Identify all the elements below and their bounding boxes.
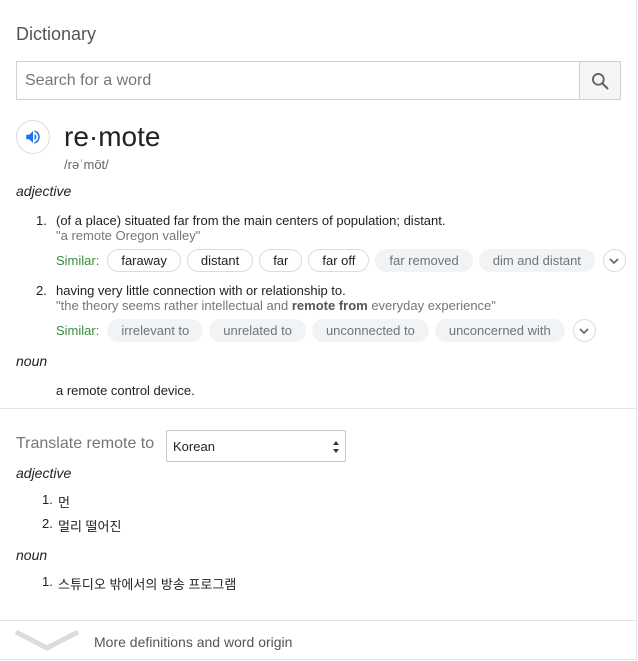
expand-similar-button[interactable]: [602, 249, 626, 272]
chevron-down-icon: [579, 327, 589, 334]
sense-number: 2.: [36, 283, 47, 298]
translation-number: 1.: [42, 492, 53, 507]
similar-label: Similar:: [56, 253, 100, 268]
search-button[interactable]: [579, 62, 620, 99]
similar-row: Similar: irrelevant to unrelated to unco…: [56, 318, 596, 343]
search-input[interactable]: [17, 62, 581, 99]
sense-example: "a remote Oregon valley": [56, 228, 201, 243]
headword: re·mote: [64, 121, 161, 152]
search-icon: [592, 72, 609, 89]
similar-chip[interactable]: far off: [308, 249, 370, 272]
translate-pos-noun: noun: [16, 547, 48, 563]
similar-chip[interactable]: far: [259, 249, 303, 272]
language-select-value: Korean: [173, 438, 215, 454]
sense-example: "the theory seems rather intellectual an…: [56, 298, 496, 313]
similar-chip[interactable]: distant: [186, 249, 254, 272]
expand-similar-button[interactable]: [572, 319, 596, 342]
similar-chip[interactable]: unrelated to: [209, 319, 306, 342]
translation-word: 먼: [58, 495, 70, 510]
phonetic: /rəˈmōt/: [64, 157, 109, 172]
similar-chip[interactable]: irrelevant to: [107, 319, 204, 342]
pronunciation-button[interactable]: [16, 120, 50, 154]
sense-definition: (of a place) situated far from the main …: [56, 213, 446, 228]
panel-title: Dictionary: [16, 24, 97, 44]
section-divider: [0, 408, 637, 409]
similar-chip[interactable]: unconcerned with: [434, 319, 565, 342]
sense-number: 1.: [36, 213, 47, 228]
similar-chip[interactable]: far removed: [375, 249, 473, 272]
similar-label: Similar:: [56, 323, 100, 338]
similar-chip[interactable]: faraway: [107, 249, 181, 272]
translation-word: 멀리 떨어진: [58, 519, 122, 534]
similar-chip[interactable]: unconnected to: [311, 319, 429, 342]
more-definitions-label: More definitions and word origin: [94, 634, 293, 650]
translation-number: 1.: [42, 574, 53, 589]
noun-definition: a remote control device.: [56, 383, 195, 398]
translate-pos-adjective: adjective: [16, 465, 72, 481]
similar-row: Similar: faraway distant far far off far…: [56, 248, 626, 273]
search-box: [16, 61, 621, 100]
translation-number: 2.: [42, 516, 53, 531]
sense-definition: having very little connection with or re…: [56, 283, 346, 298]
pos-noun: noun: [16, 353, 48, 369]
pos-adjective: adjective: [16, 183, 72, 199]
select-arrows-icon: [333, 441, 339, 453]
similar-chip[interactable]: dim and distant: [478, 249, 595, 272]
chevron-down-icon: [14, 630, 80, 651]
more-definitions-button[interactable]: More definitions and word origin: [0, 620, 637, 660]
speaker-icon: [26, 130, 40, 144]
translation-word: 스튜디오 밖에서의 방송 프로그램: [58, 577, 237, 592]
chevron-down-icon: [609, 257, 619, 264]
dictionary-panel: Dictionary re·mote /rəˈmōt/ adjective 1.…: [0, 0, 637, 660]
translate-label: Translate remote to: [16, 435, 155, 452]
language-select[interactable]: Korean: [166, 430, 346, 462]
